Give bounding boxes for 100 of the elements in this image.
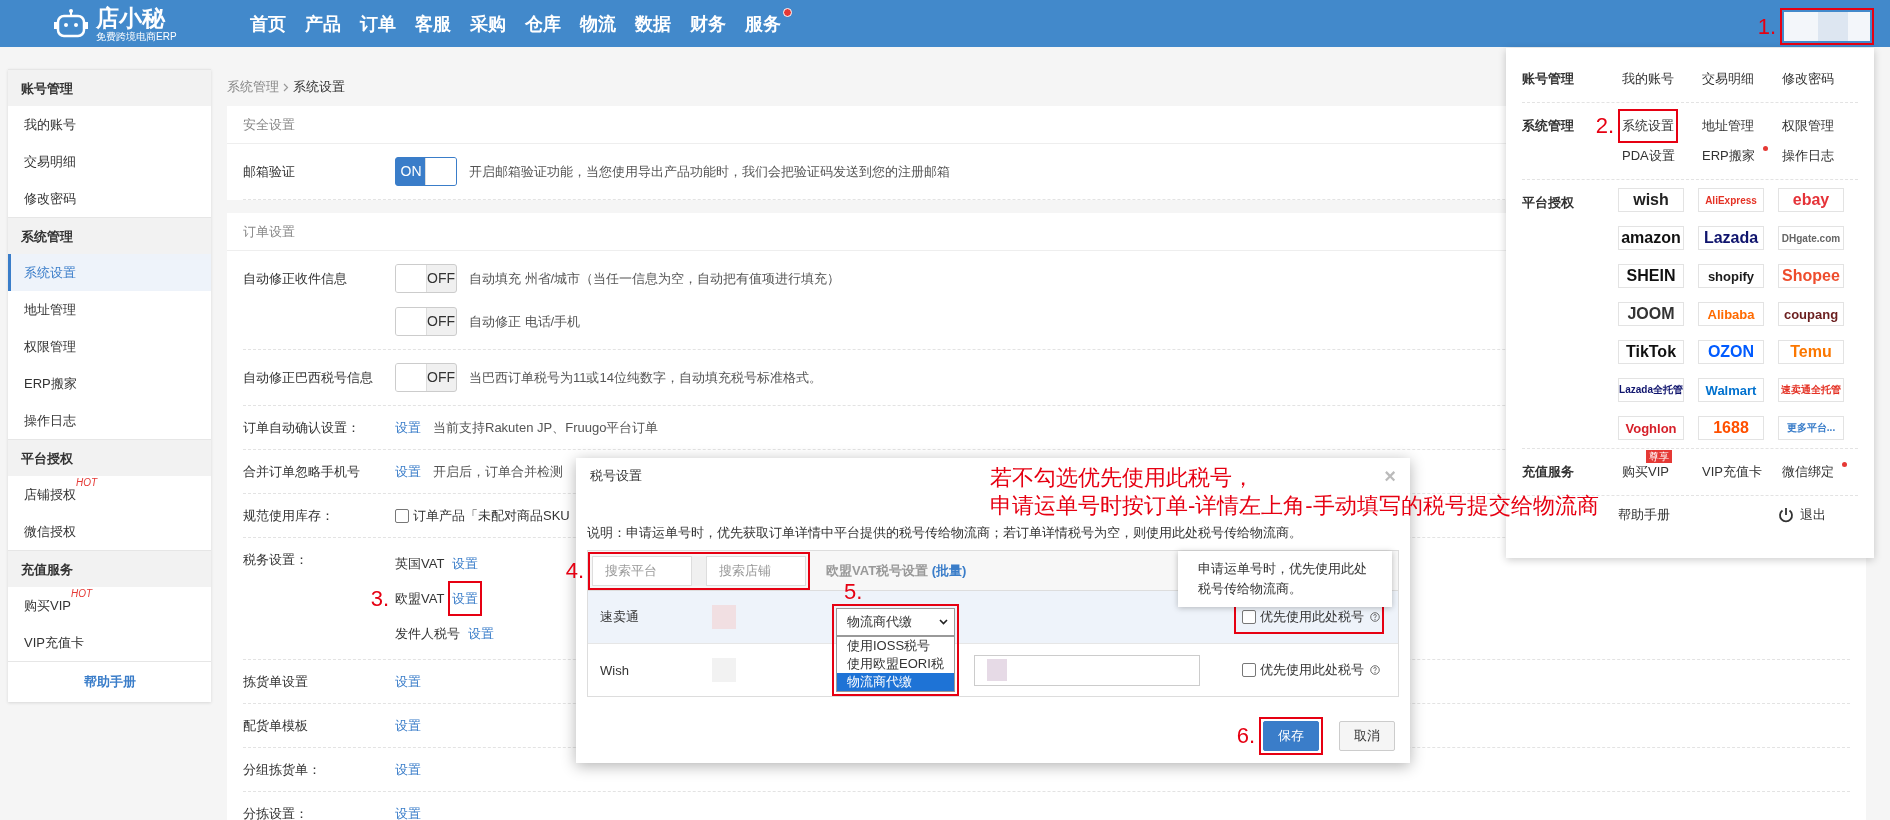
sidebar-item[interactable]: 我的账号 — [8, 106, 211, 143]
platform-logo[interactable]: Walmart — [1698, 378, 1764, 402]
platform-logo[interactable]: OZON — [1698, 340, 1764, 364]
platform-logo[interactable]: JOOM — [1618, 302, 1684, 326]
priority-checkbox[interactable]: 优先使用此处税号 — [1242, 608, 1364, 626]
nav-link[interactable]: 订单 — [360, 11, 396, 36]
sidebar-item[interactable]: 操作日志 — [8, 402, 211, 439]
nav-link[interactable]: 首页 — [250, 11, 286, 36]
menu-link[interactable]: VIP充值卡 — [1702, 459, 1762, 485]
menu-link[interactable]: 权限管理 — [1782, 113, 1834, 139]
sidebar-item[interactable]: 微信授权 — [8, 513, 211, 550]
platform-logo[interactable]: amazon — [1618, 226, 1684, 250]
step-number: 3. — [370, 585, 389, 612]
sidebar-item[interactable]: VIP充值卡 — [8, 624, 211, 661]
setting-label: 合并订单忽略手机号 — [243, 463, 360, 481]
nav-link[interactable]: 服务 — [745, 11, 792, 36]
setting-description: 当前支持Rakuten JP、Fruugo平台订单 — [433, 419, 659, 437]
sidebar-item[interactable]: 系统设置 — [8, 254, 211, 291]
platform-logo[interactable]: 速卖通全托管 — [1778, 378, 1844, 402]
platform-logo[interactable]: Voghlon — [1618, 416, 1684, 440]
logout-link[interactable]: 退出 — [1800, 506, 1826, 524]
nav-link[interactable]: 产品 — [305, 11, 341, 36]
blurred-placeholder — [712, 605, 736, 629]
save-button[interactable]: 保存 — [1263, 721, 1319, 751]
step-number: 1. — [1757, 13, 1776, 40]
settings-link[interactable]: 设置 — [452, 585, 479, 612]
nav-link[interactable]: 财务 — [690, 11, 726, 36]
tax-number-field[interactable] — [974, 654, 1200, 686]
setting-description: 开启后，订单合并检测 — [433, 463, 563, 481]
batch-link[interactable]: (批量) — [931, 562, 967, 578]
setting-label: 分拣设置： — [243, 805, 308, 820]
inventory-checkbox[interactable]: 订单产品「未配对商品SKU — [395, 502, 570, 529]
platform-logo[interactable]: Lazada全托管 — [1618, 378, 1684, 402]
caret-icon — [939, 619, 948, 625]
setting-label: 自动修正收件信息 — [243, 270, 347, 288]
tax-label: 英国VAT — [395, 555, 445, 573]
settings-link[interactable]: 设置 — [395, 800, 421, 820]
nav-link[interactable]: 客服 — [415, 11, 451, 36]
cancel-button[interactable]: 取消 — [1339, 721, 1395, 751]
priority-checkbox[interactable]: 优先使用此处税号 — [1242, 661, 1364, 679]
tax-mode-select[interactable]: 物流商代缴 — [836, 608, 955, 636]
toggle-switch[interactable]: OFF — [395, 307, 457, 336]
menu-link[interactable]: 地址管理 — [1702, 113, 1754, 139]
sidebar-item[interactable]: ERP搬家 — [8, 365, 211, 402]
setting-description: 自动修正 电话/手机 — [469, 313, 581, 331]
menu-group-title: 充值服务 — [1522, 463, 1574, 481]
menu-link[interactable]: ERP搬家 — [1702, 143, 1755, 169]
dropdown-option[interactable]: 使用IOSS税号 — [837, 637, 954, 655]
platform-logo[interactable]: Shopee — [1778, 264, 1844, 288]
step-number: 2. — [1595, 113, 1614, 139]
toggle-switch[interactable]: OFF — [395, 264, 457, 293]
toggle-switch[interactable]: ON — [395, 157, 457, 186]
settings-link[interactable]: 设置 — [395, 756, 421, 783]
help-icon[interactable] — [1370, 610, 1380, 624]
platform-logo[interactable]: TikTok — [1618, 340, 1684, 364]
platform-logo[interactable]: Lazada — [1698, 226, 1764, 250]
settings-link[interactable]: 设置 — [468, 620, 494, 647]
menu-link[interactable]: 修改密码 — [1782, 66, 1834, 92]
platform-logo[interactable]: coupang — [1778, 302, 1844, 326]
platform-logo[interactable]: 更多平台... — [1778, 416, 1844, 440]
settings-link[interactable]: 设置 — [395, 712, 421, 739]
setting-description: 当巴西订单税号为11或14位纯数字，自动填充税号标准格式。 — [469, 369, 822, 387]
sidebar-item[interactable]: 地址管理 — [8, 291, 211, 328]
dropdown-option[interactable]: 物流商代缴 — [837, 673, 954, 691]
menu-link[interactable]: 交易明细 — [1702, 66, 1754, 92]
platform-name: 速卖通 — [599, 608, 640, 626]
toggle-switch[interactable]: OFF — [395, 363, 457, 392]
platform-logo[interactable]: ebay — [1778, 188, 1844, 212]
menu-group-title: 平台授权 — [1522, 194, 1574, 212]
menu-link[interactable]: 系统设置 — [1622, 113, 1674, 139]
sidebar-item[interactable]: 修改密码 — [8, 180, 211, 217]
menu-link[interactable]: PDA设置 — [1622, 143, 1675, 169]
menu-link[interactable]: 我的账号 — [1622, 66, 1674, 92]
sidebar-item[interactable]: 交易明细 — [8, 143, 211, 180]
nav-link[interactable]: 仓库 — [525, 11, 561, 36]
search-field[interactable]: 搜索平台 — [592, 555, 692, 586]
menu-link[interactable]: 微信绑定 — [1782, 459, 1834, 485]
platform-logo[interactable]: DHgate.com — [1778, 226, 1844, 250]
platform-logo[interactable]: shopify — [1698, 264, 1764, 288]
platform-logo[interactable]: AliExpress — [1698, 188, 1764, 212]
nav-link[interactable]: 采购 — [470, 11, 506, 36]
search-field[interactable]: 搜索店铺 — [706, 555, 806, 586]
settings-link[interactable]: 设置 — [452, 550, 479, 577]
menu-link[interactable]: 操作日志 — [1782, 143, 1834, 169]
help-link[interactable]: 帮助手册 — [8, 661, 211, 702]
tooltip: 申请运单号时，优先使用此处税号传给物流商。 — [1178, 551, 1392, 607]
platform-logo[interactable]: wish — [1618, 188, 1684, 212]
breadcrumb-current: 系统设置 — [293, 78, 345, 96]
settings-link[interactable]: 设置 — [395, 458, 421, 485]
platform-logo[interactable]: SHEIN — [1618, 264, 1684, 288]
dropdown-option[interactable]: 使用欧盟EORI税 — [837, 655, 954, 673]
setting-label: 配货单模板 — [243, 717, 308, 735]
settings-link[interactable]: 设置 — [395, 414, 421, 441]
settings-link[interactable]: 设置 — [395, 668, 421, 695]
nav-link[interactable]: 物流 — [580, 11, 616, 36]
setting-label: 规范使用库存： — [243, 507, 334, 525]
help-link[interactable]: 帮助手册 — [1618, 506, 1698, 524]
nav-link[interactable]: 数据 — [635, 11, 671, 36]
help-icon[interactable] — [1370, 663, 1380, 677]
sidebar-item[interactable]: 权限管理 — [8, 328, 211, 365]
